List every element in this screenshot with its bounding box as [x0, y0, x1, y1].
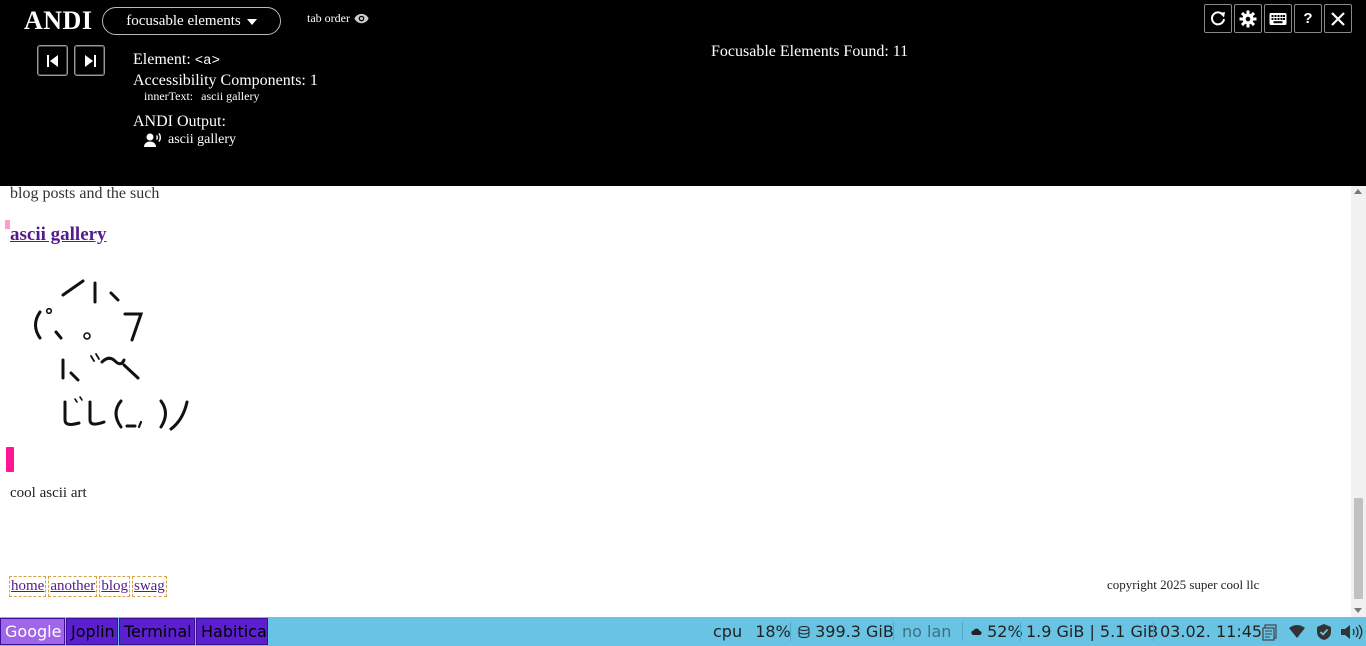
module-select[interactable]: focusable elements [102, 7, 281, 35]
refresh-button[interactable] [1204, 4, 1232, 33]
keyboard-icon [1269, 12, 1287, 25]
intro-text: blog posts and the such [10, 185, 160, 202]
previous-element-icon [46, 54, 58, 67]
inner-text-label: innerText: [144, 89, 194, 103]
page-scrollbar[interactable] [1351, 186, 1366, 617]
memory-status: 1.9 GiB | 5.1 GiB [1026, 622, 1159, 641]
eye-icon [354, 13, 369, 24]
components-count: 1 [309, 72, 318, 89]
status-separator [1020, 622, 1021, 641]
shield-check-icon[interactable] [1315, 623, 1333, 641]
element-tag: <a> [194, 53, 220, 69]
task-terminal[interactable]: Terminal [119, 618, 195, 645]
status-separator [790, 622, 791, 641]
scroll-up-arrow-icon[interactable] [1354, 189, 1362, 194]
cpu-value: 18% [755, 622, 791, 641]
task-joplin[interactable]: Joplin [66, 618, 118, 645]
cloud-icon [971, 628, 982, 635]
andi-toolbar: ANDI focusable elements tab order Elemen… [0, 0, 1366, 186]
page-content: blog posts and the such ascii gallery co… [0, 185, 1351, 617]
inner-text-row: innerText: ascii gallery [144, 89, 259, 104]
andi-logo: ANDI [24, 6, 93, 35]
close-icon [1331, 11, 1345, 26]
help-label: ? [1303, 10, 1313, 27]
footer-link-blog[interactable]: blog [99, 576, 130, 597]
close-button[interactable] [1324, 4, 1352, 33]
components-label: Accessibility Components: [133, 72, 306, 89]
next-element-button[interactable] [74, 45, 105, 76]
volume-icon[interactable] [1339, 623, 1363, 641]
disk-value: 399.3 GiB [815, 622, 894, 641]
previous-element-button[interactable] [37, 45, 68, 76]
footer-link-another[interactable]: another [48, 576, 98, 597]
next-element-icon [84, 54, 96, 67]
weather-value: 52% [987, 622, 1023, 641]
scroll-down-arrow-icon[interactable] [1354, 608, 1362, 613]
status-separator [1153, 622, 1154, 641]
clipboard-icon[interactable] [1261, 623, 1279, 641]
copyright-text: copyright 2025 super cool llc [1107, 577, 1260, 592]
andi-focus-marker [6, 447, 14, 472]
status-separator [962, 622, 963, 641]
scrollbar-thumb[interactable] [1354, 498, 1363, 599]
clock: 03.02. 11:45 [1160, 622, 1263, 641]
focusable-count: Focusable Elements Found: 11 [711, 43, 909, 60]
footer-link-home[interactable]: home [9, 576, 47, 597]
disk-icon [798, 626, 810, 639]
inner-text-value: ascii gallery [201, 89, 260, 103]
status-separator [893, 622, 894, 641]
module-select-label: focusable elements [126, 12, 241, 29]
element-label: Element: [133, 51, 191, 68]
refresh-icon [1211, 10, 1225, 25]
ascii-art [34, 279, 189, 431]
cpu-label: cpu [713, 622, 743, 641]
cpu-status: cpu 18% [713, 617, 791, 646]
ascii-gallery-link[interactable]: ascii gallery [10, 224, 107, 246]
taskbar: Google Joplin Terminal Habitica cpu 18% … [0, 617, 1366, 646]
weather-status: 52% [970, 617, 1023, 646]
footer-link-swag[interactable]: swag [131, 576, 167, 597]
keyboard-button[interactable] [1264, 4, 1292, 33]
andi-output-label: ANDI Output: [133, 113, 226, 130]
ascii-caption: cool ascii art [10, 485, 87, 501]
wifi-icon[interactable] [1288, 623, 1306, 641]
disk-status: 399.3 GiB [798, 617, 894, 646]
tab-order-label: tab order [307, 11, 350, 25]
task-habitica[interactable]: Habitica [196, 618, 268, 645]
components-row: Accessibility Components: 1 [133, 71, 318, 90]
settings-button[interactable] [1234, 4, 1262, 33]
element-info: Element: <a> Accessibility Components: 1 [133, 50, 318, 90]
andi-output-value: ascii gallery [168, 132, 237, 147]
caret-down-icon [246, 19, 257, 25]
gear-icon [1239, 10, 1257, 27]
tab-order-toggle[interactable]: tab order [307, 11, 369, 26]
andi-output: ascii gallery [144, 132, 236, 148]
element-row: Element: <a> [133, 50, 318, 71]
lan-status: no lan [902, 622, 952, 641]
speaking-person-icon [144, 133, 161, 147]
task-google[interactable]: Google [0, 618, 65, 645]
footer-nav: home another blog swag [9, 576, 167, 597]
help-button[interactable]: ? [1294, 4, 1322, 33]
